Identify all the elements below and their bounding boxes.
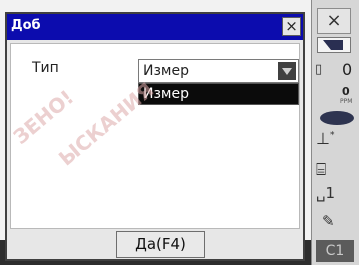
mode-label: C1 — [316, 240, 354, 262]
close-icon[interactable]: × — [282, 17, 301, 36]
chevron-down-icon[interactable] — [278, 62, 296, 80]
type-label: Тип — [32, 60, 59, 76]
ppm-unit: PPM — [340, 98, 353, 105]
battery-icon — [317, 37, 351, 53]
type-select-value: Измер — [143, 63, 189, 79]
edit-icon: ✎ — [322, 212, 335, 230]
prism-icon: ▯ — [315, 62, 323, 77]
dialog-body: Тип Измер Измер — [10, 43, 300, 229]
prism-constant-value: 0 — [342, 60, 353, 79]
type-option-list[interactable]: Измер — [138, 83, 299, 105]
device-screen: × ▯ 0 0 PPM ⊥* ⌸ ␣1 ✎ C1 Доб × Тип Измер… — [0, 0, 359, 265]
memory-icon: ␣1 — [316, 184, 336, 202]
type-select[interactable]: Измер — [138, 59, 299, 83]
status-close-button[interactable]: × — [317, 8, 351, 34]
tilt-level-icon: ⊥* — [316, 129, 335, 148]
laser-icon — [320, 111, 354, 125]
dialog-title: Доб — [11, 18, 41, 33]
add-dialog: Доб × Тип Измер Измер Да(F4) — [5, 12, 305, 261]
ok-button[interactable]: Да(F4) — [116, 231, 205, 258]
ppm-value: 0 — [342, 85, 350, 98]
instrument-icon: ⌸ — [316, 160, 327, 180]
dialog-titlebar: Доб × — [7, 14, 303, 40]
